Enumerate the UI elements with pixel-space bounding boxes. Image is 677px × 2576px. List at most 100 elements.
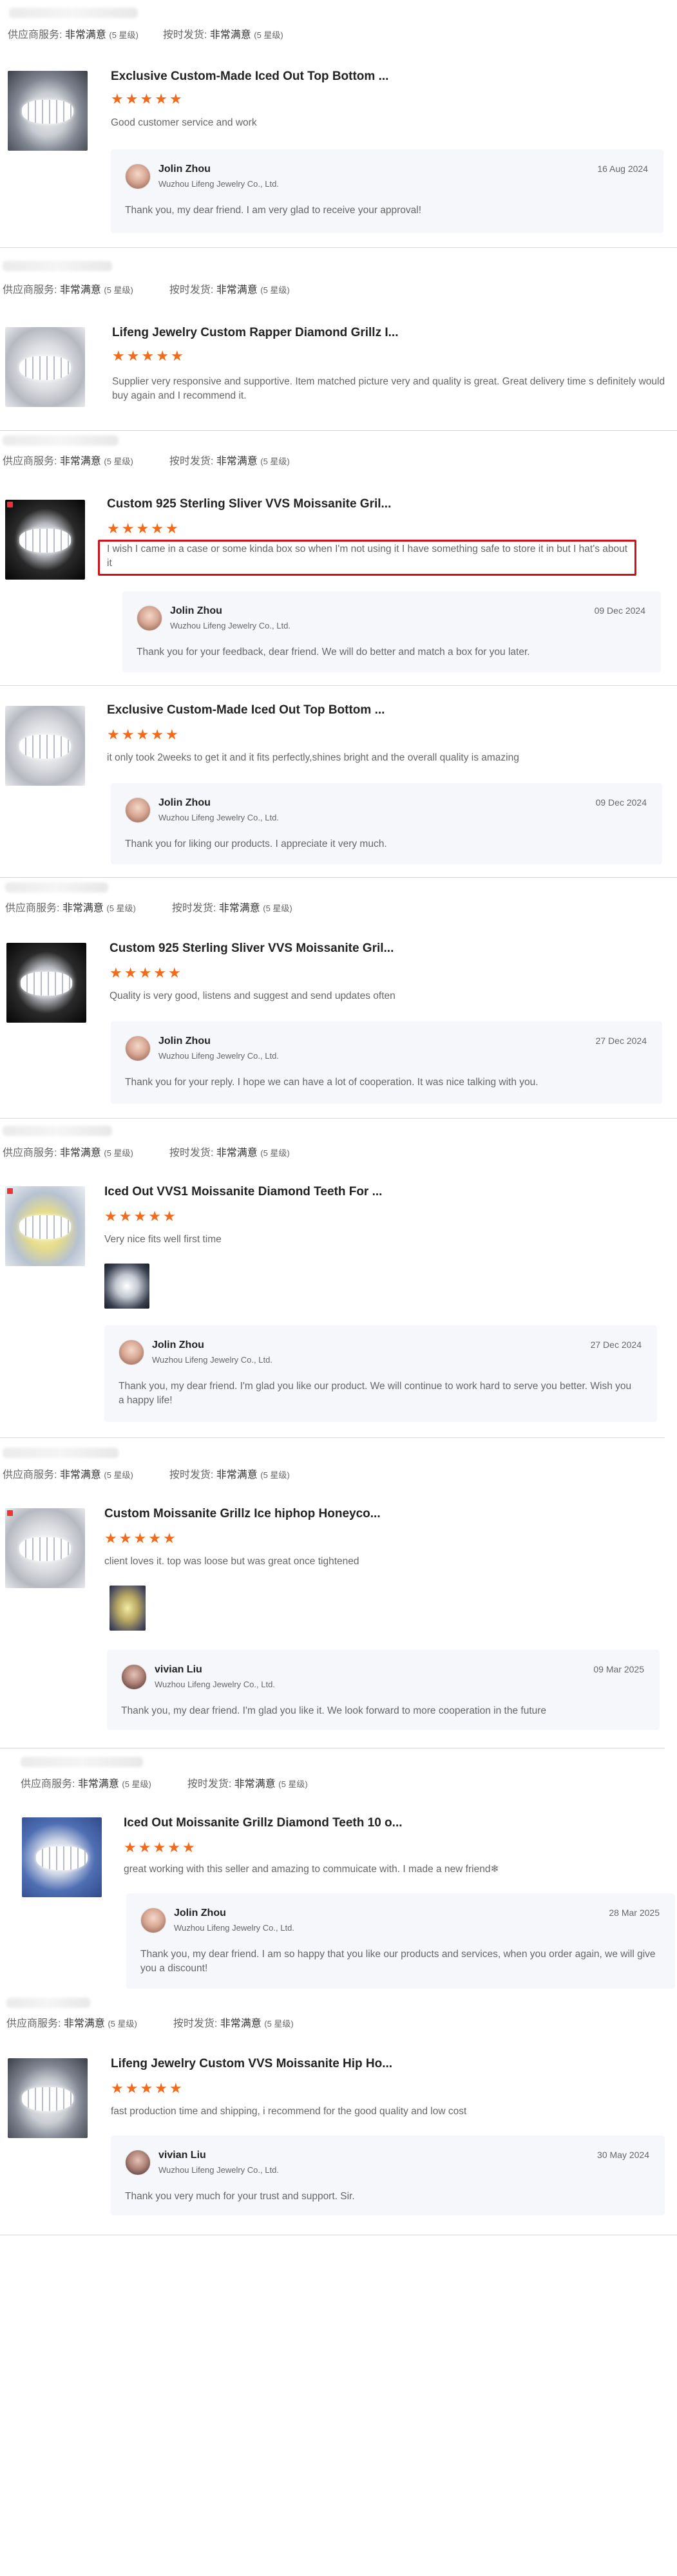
divider	[0, 1118, 677, 1119]
product-thumbnail[interactable]	[22, 1817, 102, 1897]
avatar	[125, 1036, 151, 1061]
product-title[interactable]: Exclusive Custom-Made Iced Out Top Botto…	[107, 703, 385, 717]
rating-summary: 供应商服务: 非常满意 (5 星级) 按时发货: 非常满意 (5 星级)	[8, 30, 283, 41]
product-title[interactable]: Lifeng Jewelry Custom VVS Moissanite Hip…	[111, 2057, 392, 2071]
star-icon: ★	[124, 1839, 137, 1855]
star-rating: ★ ★ ★ ★ ★	[112, 349, 184, 363]
review-comment: fast production time and shipping, i rec…	[111, 2106, 467, 2117]
seller-reply: Jolin Zhou Wuzhou Lifeng Jewelry Co., Lt…	[111, 783, 662, 864]
product-thumbnail[interactable]	[8, 71, 88, 151]
star-icon: ★	[165, 726, 178, 743]
star-icon: ★	[141, 348, 155, 364]
product-title[interactable]: Custom Moissanite Grillz Ice hiphop Hone…	[104, 1507, 381, 1521]
product-thumbnail[interactable]	[5, 706, 85, 786]
reply-text: Thank you, my dear friend. I am very gla…	[125, 205, 422, 216]
reply-date: 30 May 2024	[597, 2150, 649, 2160]
product-thumbnail[interactable]	[6, 943, 86, 1023]
star-rating: ★ ★ ★ ★ ★	[107, 522, 178, 536]
star-icon: ★	[140, 2080, 153, 2096]
star-icon: ★	[107, 726, 120, 743]
review-comment: Supplier very responsive and supportive.…	[112, 376, 665, 401]
divider	[0, 1437, 665, 1438]
seller-reply: Jolin Zhou Wuzhou Lifeng Jewelry Co., Lt…	[111, 1021, 662, 1104]
seller-reply: Jolin Zhou Wuzhou Lifeng Jewelry Co., Lt…	[126, 1893, 675, 1989]
reply-author: Jolin Zhou	[158, 797, 211, 808]
reply-text: Thank you, my dear friend. I'm glad you …	[119, 1381, 632, 1406]
star-rating: ★ ★ ★ ★ ★	[110, 966, 181, 980]
star-icon: ★	[151, 520, 164, 536]
star-icon: ★	[124, 965, 137, 981]
star-icon: ★	[111, 91, 124, 107]
divider	[0, 430, 677, 431]
product-title[interactable]: Custom 925 Sterling Sliver VVS Moissanit…	[110, 942, 394, 956]
reply-date: 09 Mar 2025	[593, 1664, 644, 1674]
avatar	[119, 1340, 144, 1365]
reviewer-name-blurred	[3, 1448, 119, 1458]
review-comment: I wish I came in a case or some kinda bo…	[107, 544, 628, 569]
rating-summary: 供应商服务: 非常满意 (5 星级) 按时发货: 非常满意 (5 星级)	[3, 1470, 290, 1481]
reply-text: Thank you for liking our products. I app…	[125, 838, 387, 849]
star-icon: ★	[133, 1530, 147, 1546]
star-icon: ★	[136, 520, 149, 536]
review-photo[interactable]	[104, 1264, 149, 1309]
avatar	[137, 605, 162, 631]
star-rating: ★ ★ ★ ★ ★	[111, 92, 182, 106]
star-icon: ★	[155, 91, 167, 107]
reply-text: Thank you very much for your trust and s…	[125, 2191, 355, 2202]
review-comment: Good customer service and work	[111, 117, 257, 128]
reply-company: Wuzhou Lifeng Jewelry Co., Ltd.	[174, 1923, 294, 1933]
avatar	[125, 164, 151, 189]
review-comment: it only took 2weeks to get it and it fit…	[107, 752, 519, 763]
reviewer-name-blurred	[3, 261, 112, 271]
review-photo[interactable]	[110, 1586, 146, 1631]
reply-date: 09 Dec 2024	[595, 797, 647, 808]
star-icon: ★	[111, 2080, 124, 2096]
reply-company: Wuzhou Lifeng Jewelry Co., Ltd.	[158, 2165, 279, 2175]
star-icon: ★	[167, 1839, 180, 1855]
reply-text: Thank you, my dear friend. I'm glad you …	[121, 1705, 547, 1716]
product-title[interactable]: Custom 925 Sterling Sliver VVS Moissanit…	[107, 497, 391, 511]
reply-company: Wuzhou Lifeng Jewelry Co., Ltd.	[158, 1051, 279, 1061]
star-rating: ★ ★ ★ ★ ★	[104, 1209, 176, 1224]
divider	[0, 685, 677, 686]
seller-reply: vivian Liu Wuzhou Lifeng Jewelry Co., Lt…	[107, 1650, 660, 1730]
avatar	[121, 1664, 147, 1690]
star-icon: ★	[167, 965, 181, 981]
product-thumbnail[interactable]	[5, 500, 85, 580]
review-comment: client loves it. top was loose but was g…	[104, 1556, 359, 1567]
reply-author: vivian Liu	[158, 2150, 206, 2161]
seller-reply: Jolin Zhou Wuzhou Lifeng Jewelry Co., Lt…	[111, 149, 663, 233]
product-title[interactable]: Lifeng Jewelry Custom Rapper Diamond Gri…	[112, 326, 398, 340]
star-icon: ★	[151, 726, 164, 743]
product-thumbnail[interactable]	[8, 2058, 88, 2138]
star-icon: ★	[162, 1208, 176, 1224]
divider	[0, 877, 677, 878]
star-icon: ★	[169, 2080, 182, 2096]
reply-company: Wuzhou Lifeng Jewelry Co., Ltd.	[152, 1355, 272, 1365]
star-icon: ★	[121, 520, 135, 536]
reviewer-name-blurred	[21, 1757, 143, 1767]
seller-reply: vivian Liu Wuzhou Lifeng Jewelry Co., Lt…	[111, 2136, 665, 2215]
star-icon: ★	[153, 1839, 166, 1855]
star-rating: ★ ★ ★ ★ ★	[107, 728, 178, 742]
review-comment: great working with this seller and amazi…	[124, 1864, 499, 1875]
star-icon: ★	[104, 1530, 117, 1546]
product-thumbnail[interactable]	[5, 1508, 85, 1588]
product-title[interactable]: Iced Out Moissanite Grillz Diamond Teeth…	[124, 1816, 403, 1830]
product-thumbnail[interactable]	[5, 327, 85, 407]
product-title[interactable]: Iced Out VVS1 Moissanite Diamond Teeth F…	[104, 1185, 382, 1199]
product-thumbnail[interactable]	[5, 1186, 85, 1266]
reply-text: Thank you for your reply. I hope we can …	[125, 1077, 539, 1088]
reply-author: Jolin Zhou	[158, 164, 211, 175]
avatar	[125, 2150, 151, 2175]
product-title[interactable]: Exclusive Custom-Made Iced Out Top Botto…	[111, 70, 388, 84]
star-icon: ★	[121, 726, 135, 743]
reply-author: Jolin Zhou	[158, 1036, 211, 1046]
star-icon: ★	[138, 965, 152, 981]
reviewer-name-blurred	[6, 1998, 90, 2008]
reply-author: Jolin Zhou	[170, 605, 222, 616]
avatar	[140, 1908, 166, 1933]
rating-summary: 供应商服务: 非常满意 (5 星级) 按时发货: 非常满意 (5 星级)	[3, 456, 290, 467]
star-icon: ★	[125, 91, 138, 107]
reply-date: 27 Dec 2024	[595, 1036, 647, 1046]
